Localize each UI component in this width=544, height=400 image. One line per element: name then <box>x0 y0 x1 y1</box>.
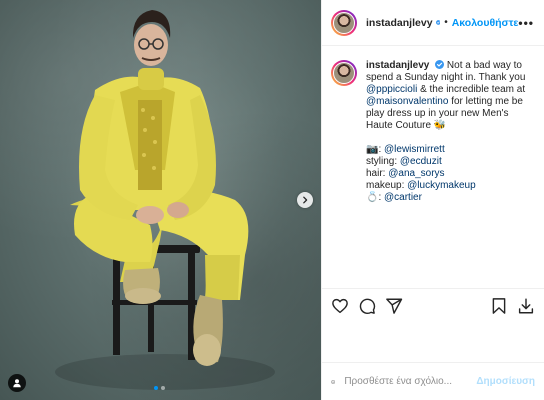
camera-emoji-icon: 📷 <box>366 144 379 155</box>
caption-avatar[interactable] <box>331 60 357 86</box>
credit-styling-label: styling: <box>366 156 400 167</box>
post-caption: instadanjlevy Not a bad way to spend a S… <box>331 60 534 204</box>
chevron-right-icon <box>303 196 308 204</box>
paper-plane-icon[interactable] <box>385 297 403 315</box>
post-header: instadanjlevy • Ακολουθήστε ••• <box>322 0 544 46</box>
emoji-icon[interactable] <box>331 373 336 391</box>
user-tag-button[interactable] <box>8 374 26 392</box>
mention-cartier[interactable]: @cartier <box>384 192 422 203</box>
follow-button[interactable]: Ακολουθήστε <box>452 17 519 29</box>
caption-line-3: & the incredible team at <box>417 84 526 95</box>
comment-icon[interactable] <box>358 297 376 315</box>
mention-luckymakeup[interactable]: @luckymakeup <box>407 180 476 191</box>
carousel-dot-2 <box>161 386 165 390</box>
download-icon[interactable] <box>517 297 535 315</box>
post-actions-bar <box>322 288 544 322</box>
add-comment-bar: Δημοσίευση <box>322 363 544 400</box>
caption-line-5: play dress up in your new Men's <box>366 108 509 119</box>
caption-line-1: Not a bad way to <box>446 60 522 71</box>
more-options-button[interactable]: ••• <box>518 16 534 30</box>
verified-badge-icon <box>435 60 445 69</box>
caption-username[interactable]: instadanjlevy <box>366 60 429 71</box>
credit-hair-label: hair: <box>366 168 389 179</box>
post-side-panel: instadanjlevy • Ακολουθήστε ••• instadan… <box>321 0 544 400</box>
carousel-indicator <box>154 386 165 390</box>
mention-ana-sorys[interactable]: @ana_sorys <box>388 168 444 179</box>
avatar[interactable] <box>331 9 357 36</box>
stool <box>110 245 200 360</box>
mention-pppiccioli[interactable]: @pppiccioli <box>366 84 417 95</box>
instagram-post-view: instadanjlevy • Ακολουθήστε ••• instadan… <box>0 0 544 400</box>
verified-badge-icon <box>435 20 441 25</box>
caption-line-2: spend a Sunday night in. Thank you <box>366 72 526 83</box>
post-comment-button[interactable]: Δημοσίευση <box>476 376 535 387</box>
man-in-yellow-suit-figure <box>55 10 275 390</box>
header-separator: • <box>444 17 448 28</box>
comments-area: instadanjlevy Not a bad way to spend a S… <box>322 46 544 400</box>
heart-icon[interactable] <box>331 297 349 315</box>
user-tag-icon <box>13 379 21 388</box>
mention-lewismirrett[interactable]: @lewismirrett <box>384 144 445 155</box>
post-photo[interactable] <box>0 0 321 400</box>
comment-input[interactable] <box>344 376 477 387</box>
header-username[interactable]: instadanjlevy <box>366 17 433 29</box>
carousel-next-button[interactable] <box>297 192 313 208</box>
carousel-dot-1 <box>154 386 158 390</box>
bookmark-icon[interactable] <box>490 297 508 315</box>
caption-text: instadanjlevy Not a bad way to spend a S… <box>366 60 534 204</box>
mention-maisonvalentino[interactable]: @maisonvalentino <box>366 96 448 107</box>
ring-emoji-icon: 💍 <box>366 192 379 203</box>
caption-line-6: Haute Couture 🐝 <box>366 120 447 131</box>
caption-line-4: for letting me be <box>448 96 523 107</box>
mention-ecduzit[interactable]: @ecduzit <box>400 156 442 167</box>
credit-makeup-label: makeup: <box>366 180 408 191</box>
